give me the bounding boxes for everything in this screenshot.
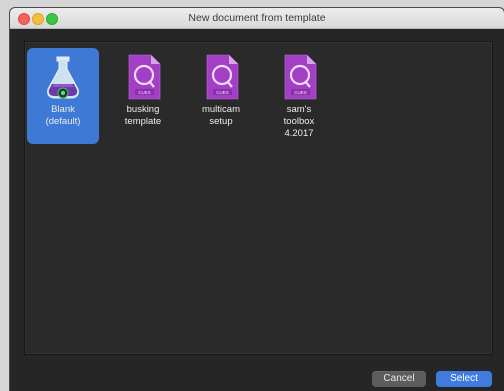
- cues-document-icon: CUES: [206, 54, 239, 100]
- template-grid: Blank (default) CUES busking template CU…: [24, 41, 493, 355]
- cues-badge: CUES: [138, 90, 151, 95]
- cancel-button[interactable]: Cancel: [372, 371, 426, 387]
- template-label: multicam setup: [201, 104, 240, 127]
- template-chooser-window: New document from template Blank (defaul…: [10, 8, 504, 391]
- template-sams-toolbox[interactable]: CUES sam's toolbox 4.2017: [263, 48, 335, 144]
- cues-badge: CUES: [216, 90, 229, 95]
- select-button[interactable]: Select: [436, 371, 492, 387]
- cues-badge: CUES: [294, 90, 307, 95]
- qlab-flask-icon: [47, 56, 79, 99]
- cues-document-icon: CUES: [128, 54, 161, 100]
- template-label: sam's toolbox 4.2017: [283, 104, 315, 139]
- title-bar[interactable]: New document from template: [10, 8, 504, 29]
- template-blank[interactable]: Blank (default): [27, 48, 99, 144]
- window-title: New document from template: [188, 12, 326, 24]
- template-label: busking template: [124, 104, 162, 127]
- template-label: Blank (default): [45, 104, 81, 127]
- template-busking[interactable]: CUES busking template: [107, 48, 179, 144]
- cues-document-icon: CUES: [284, 54, 317, 100]
- template-multicam[interactable]: CUES multicam setup: [185, 48, 257, 144]
